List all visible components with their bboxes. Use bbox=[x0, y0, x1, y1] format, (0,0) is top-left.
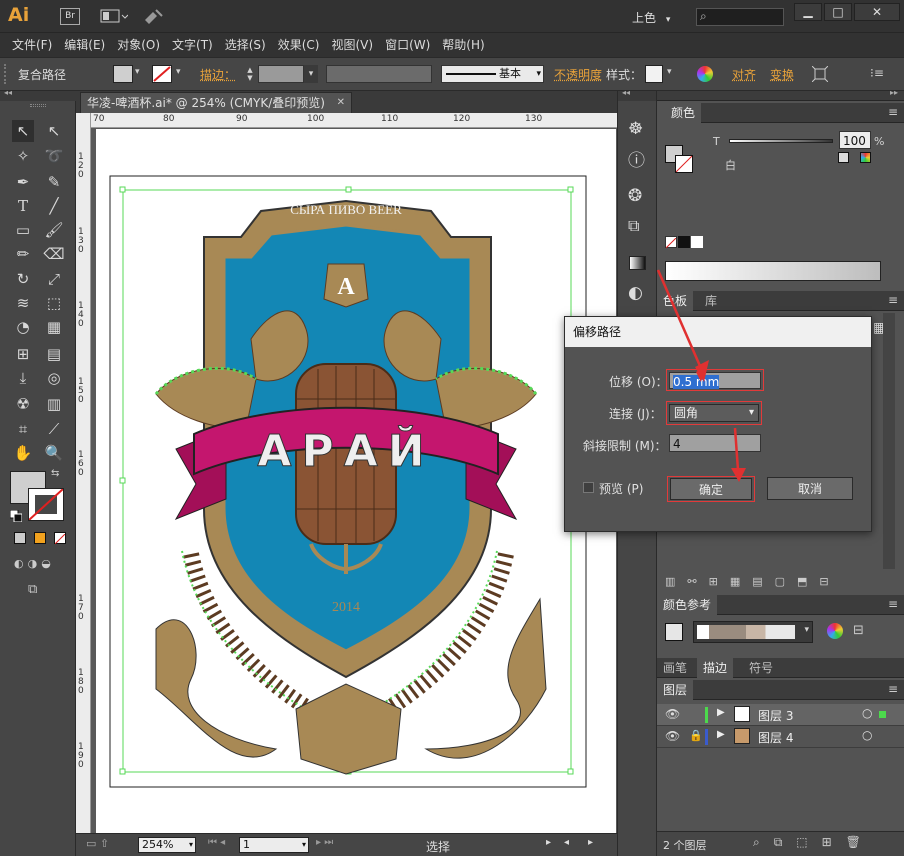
annotation-arrows bbox=[656, 269, 746, 482]
